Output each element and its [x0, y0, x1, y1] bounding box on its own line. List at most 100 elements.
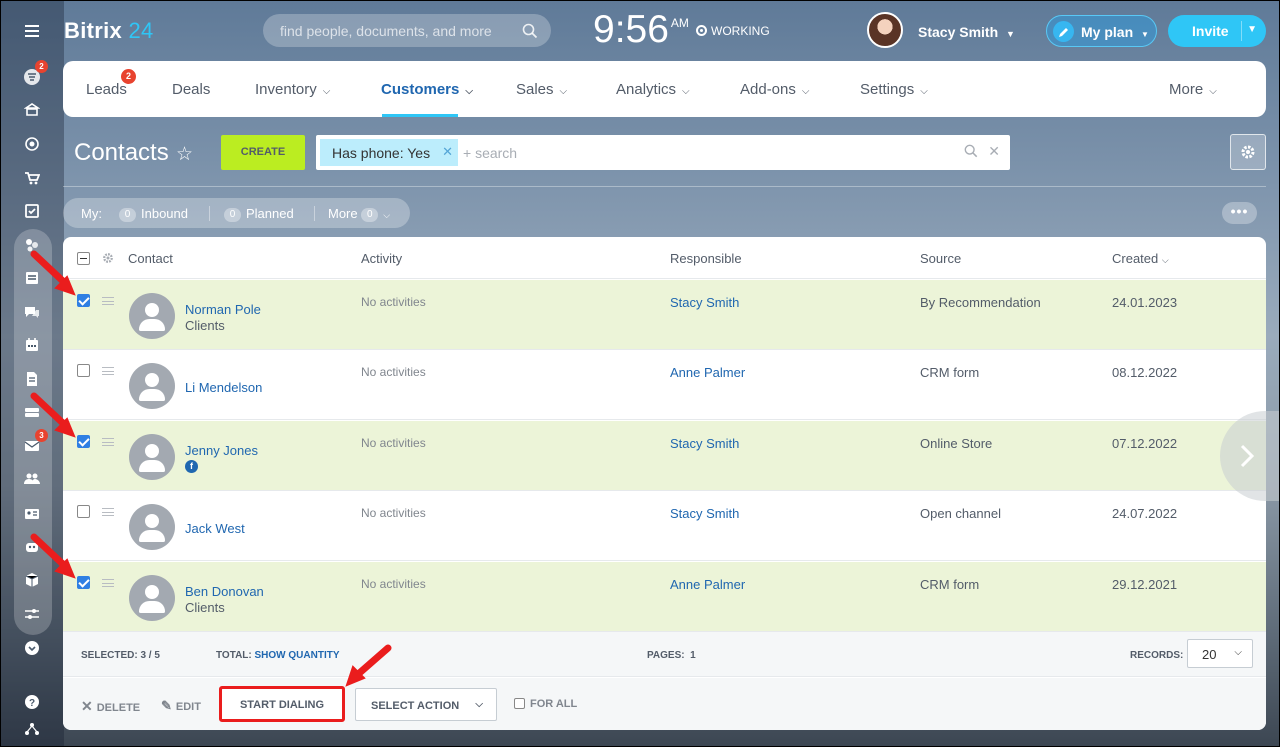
contact-name-link[interactable]: Jenny Jones — [185, 443, 258, 458]
clear-icon[interactable]: ✕ — [988, 143, 1000, 159]
drag-handle-icon[interactable] — [102, 508, 114, 516]
my-plan-button[interactable]: My plan ▼ — [1046, 15, 1157, 47]
my-plan-label: My plan — [1081, 24, 1134, 40]
active-nav-indicator — [382, 114, 458, 117]
for-all-checkbox[interactable]: FOR ALL — [514, 698, 577, 710]
table-row[interactable]: Ben Donovan Clients No activities Anne P… — [63, 562, 1266, 632]
nav-item-sales[interactable]: Sales ⌵ — [516, 81, 567, 98]
nav-item-inventory[interactable]: Inventory ⌵ — [255, 81, 330, 98]
drag-handle-icon[interactable] — [102, 579, 114, 587]
close-icon[interactable]: ✕ — [442, 144, 453, 160]
nav-item-analytics[interactable]: Analytics ⌵ — [616, 81, 690, 98]
chevron-down-icon[interactable]: ▼ — [1247, 24, 1257, 35]
status-icon — [696, 25, 707, 36]
help-icon[interactable]: ? — [20, 691, 44, 713]
nav-item-addons[interactable]: Add-ons ⌵ — [740, 81, 809, 98]
counter-planned[interactable]: 0 Planned — [224, 206, 294, 222]
drag-handle-icon[interactable] — [102, 438, 114, 446]
tasks-icon[interactable] — [20, 200, 44, 222]
drag-handle-icon[interactable] — [102, 367, 114, 375]
user-menu[interactable]: Stacy Smith ▼ — [918, 24, 1015, 40]
gear-icon[interactable] — [102, 252, 114, 264]
nav-item-leads[interactable]: Leads — [86, 81, 127, 98]
contact-avatar — [129, 504, 175, 550]
responsible-link[interactable]: Stacy Smith — [670, 295, 739, 310]
target-icon[interactable] — [20, 133, 44, 155]
nav-item-more[interactable]: More ⌵ — [1169, 81, 1217, 98]
responsible-link[interactable]: Stacy Smith — [670, 436, 739, 451]
drive-icon[interactable] — [20, 401, 44, 423]
feed-icon[interactable] — [20, 267, 44, 289]
more-down-icon[interactable] — [20, 637, 44, 659]
table-row[interactable]: Norman Pole Clients No activities Stacy … — [63, 280, 1266, 350]
global-search-input[interactable]: find people, documents, and more — [263, 14, 551, 47]
crm-funnel-icon[interactable]: 2 — [20, 60, 48, 88]
contact-name-link[interactable]: Jack West — [185, 521, 245, 536]
clock[interactable]: 9:56 AM — [593, 8, 689, 52]
column-header-responsible[interactable]: Responsible — [670, 251, 742, 266]
table-row[interactable]: Jack West No activities Stacy Smith Open… — [63, 491, 1266, 561]
robot-icon[interactable] — [20, 536, 44, 558]
responsible-link[interactable]: Stacy Smith — [670, 506, 739, 521]
column-header-activity[interactable]: Activity — [361, 251, 402, 266]
filter-search-input[interactable]: Has phone: Yes ✕ + search ✕ — [316, 135, 1010, 170]
user-avatar[interactable] — [867, 12, 903, 48]
filter-chip[interactable]: Has phone: Yes ✕ — [320, 139, 458, 166]
bank-icon[interactable] — [20, 99, 44, 121]
contact-card-icon[interactable] — [20, 503, 44, 525]
crm-nav-bar: Leads 2 Deals Inventory ⌵ Customers ⌵ Sale… — [63, 61, 1266, 117]
employees-icon[interactable] — [20, 468, 44, 490]
chat-icon[interactable] — [20, 301, 44, 323]
nav-item-settings[interactable]: Settings ⌵ — [860, 81, 928, 98]
delete-button[interactable]: ✕ DELETE — [81, 698, 140, 715]
star-icon[interactable]: ☆ — [176, 143, 193, 166]
sliders-icon[interactable] — [20, 603, 44, 625]
drag-handle-icon[interactable] — [102, 297, 114, 305]
logo-main: Bitrix — [64, 18, 123, 43]
row-checkbox[interactable] — [77, 294, 90, 307]
column-header-source[interactable]: Source — [920, 251, 961, 266]
source-cell: Online Store — [920, 436, 993, 451]
contact-name-link[interactable]: Norman Pole — [185, 302, 261, 317]
search-icon[interactable] — [522, 23, 538, 39]
show-quantity-link[interactable]: SHOW QUANTITY — [255, 650, 340, 661]
settings-button[interactable] — [1230, 134, 1266, 170]
mail-icon[interactable]: 3 — [20, 429, 48, 457]
counter-more[interactable]: More 0 ⌵ — [328, 206, 390, 222]
responsible-link[interactable]: Anne Palmer — [670, 365, 745, 380]
nav-item-customers[interactable]: Customers ⌵ — [381, 81, 473, 98]
search-placeholder: find people, documents, and more — [280, 23, 492, 39]
edit-label: EDIT — [175, 701, 201, 713]
records-per-page-select[interactable]: 20 ⌵ — [1187, 639, 1253, 668]
search-icon[interactable] — [964, 144, 978, 158]
work-status[interactable]: WORKING — [696, 24, 770, 38]
nav-item-deals[interactable]: Deals — [172, 81, 210, 98]
contact-name-link[interactable]: Li Mendelson — [185, 380, 262, 395]
column-header-created[interactable]: Created ⌵ — [1112, 251, 1169, 266]
contact-name-link[interactable]: Ben Donovan — [185, 584, 264, 599]
app-logo[interactable]: Bitrix 24 — [64, 18, 154, 44]
cart-icon[interactable] — [20, 167, 44, 189]
invite-button[interactable]: Invite ▼ — [1168, 15, 1266, 47]
edit-button[interactable]: ✎ EDIT — [161, 698, 201, 714]
calendar-icon[interactable] — [20, 334, 44, 356]
document-icon[interactable] — [20, 368, 44, 390]
menu-icon[interactable] — [20, 20, 44, 42]
select-action-dropdown[interactable]: SELECT ACTION ⌵ — [355, 688, 497, 721]
table-row[interactable]: Jenny Jones f No activities Stacy Smith … — [63, 421, 1266, 491]
sitemap-icon[interactable] — [20, 718, 44, 740]
responsible-link[interactable]: Anne Palmer — [670, 577, 745, 592]
table-row[interactable]: Li Mendelson No activities Anne Palmer C… — [63, 350, 1266, 420]
records-value: 20 — [1202, 647, 1217, 662]
crm-icon[interactable] — [20, 234, 44, 256]
create-button[interactable]: CREATE — [221, 135, 305, 170]
counter-inbound[interactable]: 0 Inbound — [119, 206, 188, 222]
more-options-button[interactable]: ••• — [1222, 202, 1257, 224]
row-checkbox[interactable] — [77, 364, 90, 377]
row-checkbox[interactable] — [77, 505, 90, 518]
select-all-checkbox[interactable] — [77, 252, 90, 265]
row-checkbox[interactable] — [77, 435, 90, 448]
column-header-contact[interactable]: Contact — [128, 251, 173, 266]
box-icon[interactable] — [20, 569, 44, 591]
row-checkbox[interactable] — [77, 576, 90, 589]
